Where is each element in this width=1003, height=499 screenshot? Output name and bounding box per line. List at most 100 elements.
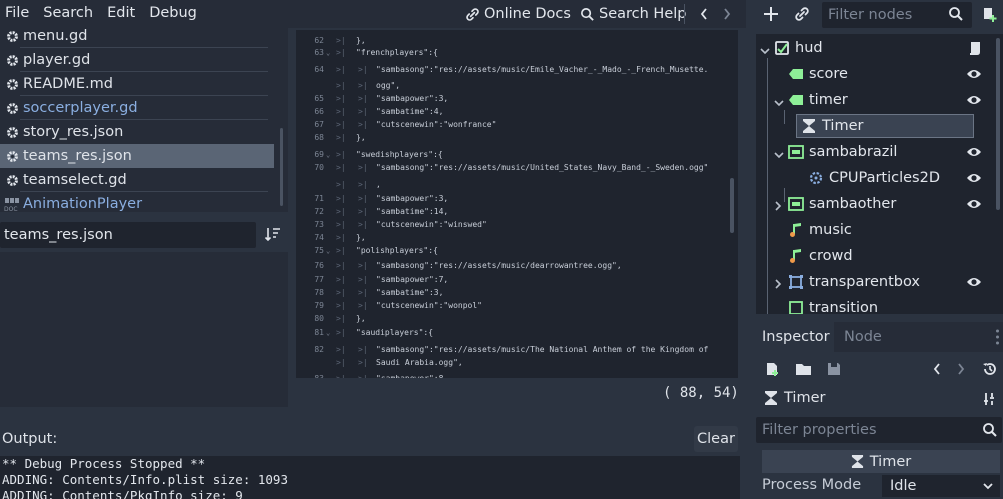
script-list-item[interactable]: DOC AnimationPlayer xyxy=(0,192,274,212)
gear-icon xyxy=(4,28,20,44)
script-list-item[interactable]: menu.gd xyxy=(0,28,274,48)
chevron-right-icon[interactable] xyxy=(774,277,782,293)
instance-scene-button[interactable] xyxy=(794,6,810,26)
menu-search[interactable]: Search xyxy=(38,0,102,28)
line-number: 65 xyxy=(314,94,324,103)
visibility-eye-icon[interactable] xyxy=(966,198,982,214)
scene-tree-scrollbar[interactable] xyxy=(996,38,1000,210)
fold-arrow-icon[interactable]: ⌄ xyxy=(326,327,330,339)
tab-indicator-icon: >| xyxy=(336,94,346,103)
menu-debug[interactable]: Debug xyxy=(144,0,206,28)
tab-indicator-icon: >| xyxy=(336,345,346,354)
code-line: 80 >|}, xyxy=(296,313,738,325)
code-editor-scrollbar[interactable] xyxy=(730,178,734,233)
panel-icon xyxy=(788,144,804,160)
sort-button[interactable] xyxy=(264,225,282,247)
output-line: ** Debug Process Stopped ** xyxy=(2,456,206,471)
scene-node[interactable]: CPUParticles2D xyxy=(808,166,940,190)
script-filter-input[interactable]: teams_res.json xyxy=(0,222,256,248)
tab-indicator-icon: >| xyxy=(336,81,346,90)
object-properties-button[interactable] xyxy=(982,391,998,411)
scene-node[interactable]: sambaother xyxy=(788,192,896,216)
scene-node[interactable]: transparentbox xyxy=(788,270,920,294)
svg-text:DOC: DOC xyxy=(4,206,18,212)
chevron-down-icon[interactable] xyxy=(760,43,770,59)
tab-indicator-icon: >| xyxy=(358,163,368,172)
scene-node[interactable]: music xyxy=(788,218,852,242)
attach-script-button[interactable] xyxy=(980,5,998,27)
chevron-right-icon[interactable] xyxy=(774,199,782,215)
tab-inspector[interactable]: Inspector xyxy=(754,322,834,352)
load-resource-button[interactable] xyxy=(795,361,812,381)
script-list-item-label: teams_res.json xyxy=(23,148,132,164)
tab-indicator-icon: >| xyxy=(336,261,346,270)
inspector-forward-button[interactable] xyxy=(956,362,966,380)
tab-indicator-icon: >| xyxy=(336,288,346,297)
class-section-header[interactable]: Timer xyxy=(762,450,1000,473)
label-icon xyxy=(788,66,804,82)
scene-node[interactable]: score xyxy=(788,62,848,86)
scene-node[interactable]: timer xyxy=(788,88,848,112)
fold-arrow-icon[interactable]: ⌄ xyxy=(326,47,330,59)
script-list-item[interactable]: teamselect.gd xyxy=(0,168,274,192)
visibility-eye-icon[interactable] xyxy=(966,172,982,188)
visibility-eye-icon[interactable] xyxy=(966,146,982,162)
script-list-item[interactable]: soccerplayer.gd xyxy=(0,96,274,120)
script-icon[interactable] xyxy=(968,40,982,60)
online-docs-button[interactable]: Online Docs xyxy=(465,0,571,28)
process-mode-label: Process Mode xyxy=(762,477,862,493)
tab-node[interactable]: Node xyxy=(844,322,882,352)
fold-arrow-icon[interactable]: ⌄ xyxy=(326,149,330,161)
script-list-item[interactable]: story_res.json xyxy=(0,120,274,144)
filter-properties-input[interactable]: Filter properties xyxy=(756,417,1002,443)
chevron-down-icon[interactable] xyxy=(774,147,784,163)
code-line: 77 >| >| "sambapower":7, xyxy=(296,274,738,286)
line-number: 67 xyxy=(314,120,324,129)
line-number: 72 xyxy=(314,207,324,216)
line-number: 66 xyxy=(314,107,324,116)
script-list-item[interactable]: player.gd xyxy=(0,48,274,72)
line-number: 77 xyxy=(314,275,324,284)
code-text: "frenchplayers":{ xyxy=(356,48,438,57)
visibility-eye-icon[interactable] xyxy=(966,276,982,292)
menu-edit[interactable]: Edit xyxy=(102,0,144,28)
scene-node[interactable]: sambabrazil xyxy=(788,140,897,164)
chevron-down-icon[interactable] xyxy=(774,95,784,111)
visibility-eye-icon[interactable] xyxy=(966,68,982,84)
script-list-scrollbar[interactable] xyxy=(280,128,283,206)
code-line: 69 ⌄ >| "swedishplayers":{ xyxy=(296,149,738,161)
scene-node[interactable]: crowd xyxy=(788,244,853,268)
fold-arrow-icon[interactable]: ⌄ xyxy=(326,245,330,257)
scene-node-label: hud xyxy=(795,40,823,56)
scene-node[interactable]: Timer xyxy=(796,114,974,138)
script-list-item[interactable]: README.md xyxy=(0,72,274,96)
tab-menu-icon[interactable] xyxy=(996,328,999,346)
clear-output-button[interactable]: Clear xyxy=(694,426,738,452)
visibility-eye-icon[interactable] xyxy=(966,94,982,110)
script-list-item[interactable]: teams_res.json xyxy=(0,144,274,168)
code-text: "sambatime":3, xyxy=(376,288,444,297)
add-node-button[interactable] xyxy=(762,5,780,27)
new-resource-button[interactable] xyxy=(764,361,780,381)
history-back-button[interactable] xyxy=(699,0,713,28)
history-button[interactable] xyxy=(982,361,998,381)
rect-icon xyxy=(788,274,804,290)
tab-indicator-icon: >| xyxy=(336,150,346,159)
inspector-back-button[interactable] xyxy=(932,362,942,380)
scene-node[interactable]: hud xyxy=(774,36,823,60)
search-help-button[interactable]: Search Help xyxy=(580,0,686,28)
line-number: 82 xyxy=(314,345,324,354)
history-forward-button[interactable] xyxy=(722,0,736,28)
code-text: "sambasong":"res://assets/music/Emile_Va… xyxy=(376,65,709,74)
menu-file[interactable]: File xyxy=(0,0,38,28)
line-number: 69 xyxy=(314,150,324,159)
line-number: 75 xyxy=(314,246,324,255)
tab-indicator-icon: >| xyxy=(336,233,346,242)
code-editor[interactable]: 62 >|}, 63 ⌄ >| "frenchplayers":{64 >| >| "samba… xyxy=(296,30,738,378)
save-resource-button[interactable] xyxy=(826,361,842,381)
process-mode-select[interactable]: Idle xyxy=(882,475,1000,497)
code-line: 72 >| >| "sambatime":14, xyxy=(296,206,738,218)
script-list-item-label: player.gd xyxy=(23,52,91,68)
scene-node[interactable]: transition xyxy=(788,296,878,314)
tab-indicator-icon: >| xyxy=(336,180,346,189)
